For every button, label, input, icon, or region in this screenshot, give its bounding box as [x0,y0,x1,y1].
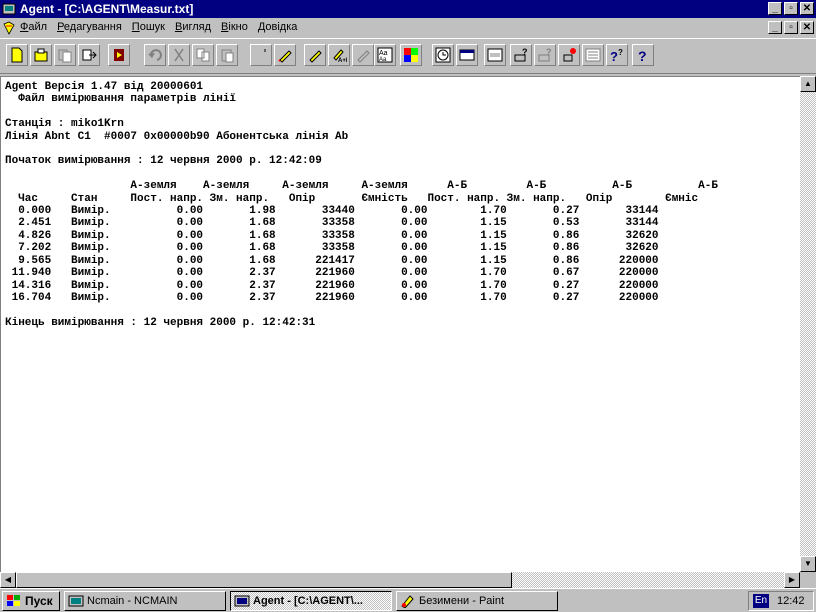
find-icon[interactable] [304,44,326,66]
svg-text:?: ? [522,47,528,57]
menu-view[interactable]: Вигляд [175,21,211,33]
start-button[interactable]: Пуск [2,591,60,611]
windows-logo-icon [7,595,20,606]
menu-file[interactable]: Файл [20,21,47,33]
paste-icon[interactable] [216,44,238,66]
clock[interactable]: 12:42 [777,595,805,607]
scroll-left-button[interactable]: ◀ [0,572,16,588]
new-file-icon[interactable] [6,44,28,66]
menu-search[interactable]: Пошук [132,21,165,33]
system-tray: En 12:42 [748,591,814,611]
maximize-button[interactable]: ▫ [784,2,798,15]
minimize-button[interactable]: _ [768,2,782,15]
scroll-corner [800,572,816,588]
doc-minimize-button[interactable]: _ [768,21,782,34]
doc-restore-button[interactable]: ▫ [784,21,798,34]
font-icon[interactable]: Aa Aa [374,44,396,66]
clear-icon[interactable] [250,44,272,66]
menu-window[interactable]: Вікно [221,21,248,33]
replace-icon[interactable]: A+B [328,44,350,66]
document-icon[interactable] [2,21,16,35]
taskbar: Пуск Ncmain - NCMAIN Agent - [C:\AGENT\.… [0,588,816,612]
svg-text:A+B: A+B [338,58,347,63]
vertical-scrollbar[interactable]: ▲ ▼ [800,76,816,572]
svg-text:?: ? [546,47,552,57]
svg-text:?: ? [618,48,623,57]
agent-task-icon [234,595,250,607]
menu-bar: Файл Редагування Пошук Вигляд Вікно Дові… [0,18,816,38]
status-icon[interactable] [484,44,506,66]
help-context-icon[interactable]: ? [534,44,556,66]
scroll-up-button[interactable]: ▲ [800,76,816,92]
open-file-icon[interactable] [30,44,52,66]
menu-edit[interactable]: Редагування [57,21,122,33]
menu-help[interactable]: Довідка [258,21,298,33]
edit-icon[interactable] [274,44,296,66]
find-next-icon[interactable] [352,44,374,66]
about-icon[interactable]: ?? [606,44,628,66]
ncmain-app-icon [68,595,84,607]
colors-icon[interactable] [400,44,422,66]
document-text[interactable]: Agent Версія 1.47 від 20000601 Файл вимі… [5,81,718,329]
task-paint[interactable]: Безимени - Paint [396,591,558,611]
toolbar: A+B AaAa ? ? ?? ? [0,38,816,74]
task-ncmain[interactable]: Ncmain - NCMAIN [64,591,226,611]
help-index-icon[interactable] [582,44,604,66]
cut-icon[interactable] [168,44,190,66]
language-indicator[interactable]: En [753,594,769,608]
paint-app-icon [401,595,414,608]
svg-text:?: ? [610,49,618,63]
horizontal-scroll-thumb[interactable] [16,572,512,588]
clock-icon[interactable] [432,44,454,66]
close-button[interactable]: ✕ [800,2,814,15]
copy-icon[interactable] [192,44,214,66]
horizontal-scrollbar[interactable]: ◀ ▶ [0,572,800,588]
undo-icon[interactable] [144,44,166,66]
window-title: Agent - [C:\AGENT\Measur.txt] [20,2,194,16]
help-search-icon[interactable] [558,44,580,66]
export-file-icon[interactable] [78,44,100,66]
task-agent[interactable]: Agent - [C:\AGENT\... [230,591,392,611]
agent-app-icon[interactable] [2,2,16,16]
scroll-right-button[interactable]: ▶ [784,572,800,588]
exit-icon[interactable] [108,44,130,66]
help-icon[interactable]: ? [632,44,654,66]
svg-text:Aa: Aa [379,50,388,57]
title-bar[interactable]: Agent - [C:\AGENT\Measur.txt] _ ▫ ✕ [0,0,816,18]
doc-close-button[interactable]: ✕ [800,21,814,34]
document-view[interactable]: Agent Версія 1.47 від 20000601 Файл вимі… [0,76,800,572]
copy-file-icon[interactable] [54,44,76,66]
svg-text:Aa: Aa [379,57,387,63]
scroll-down-button[interactable]: ▼ [800,556,816,572]
svg-text:?: ? [638,48,647,63]
help-topic-icon[interactable]: ? [510,44,532,66]
start-label: Пуск [25,594,53,608]
window-icon[interactable] [456,44,478,66]
